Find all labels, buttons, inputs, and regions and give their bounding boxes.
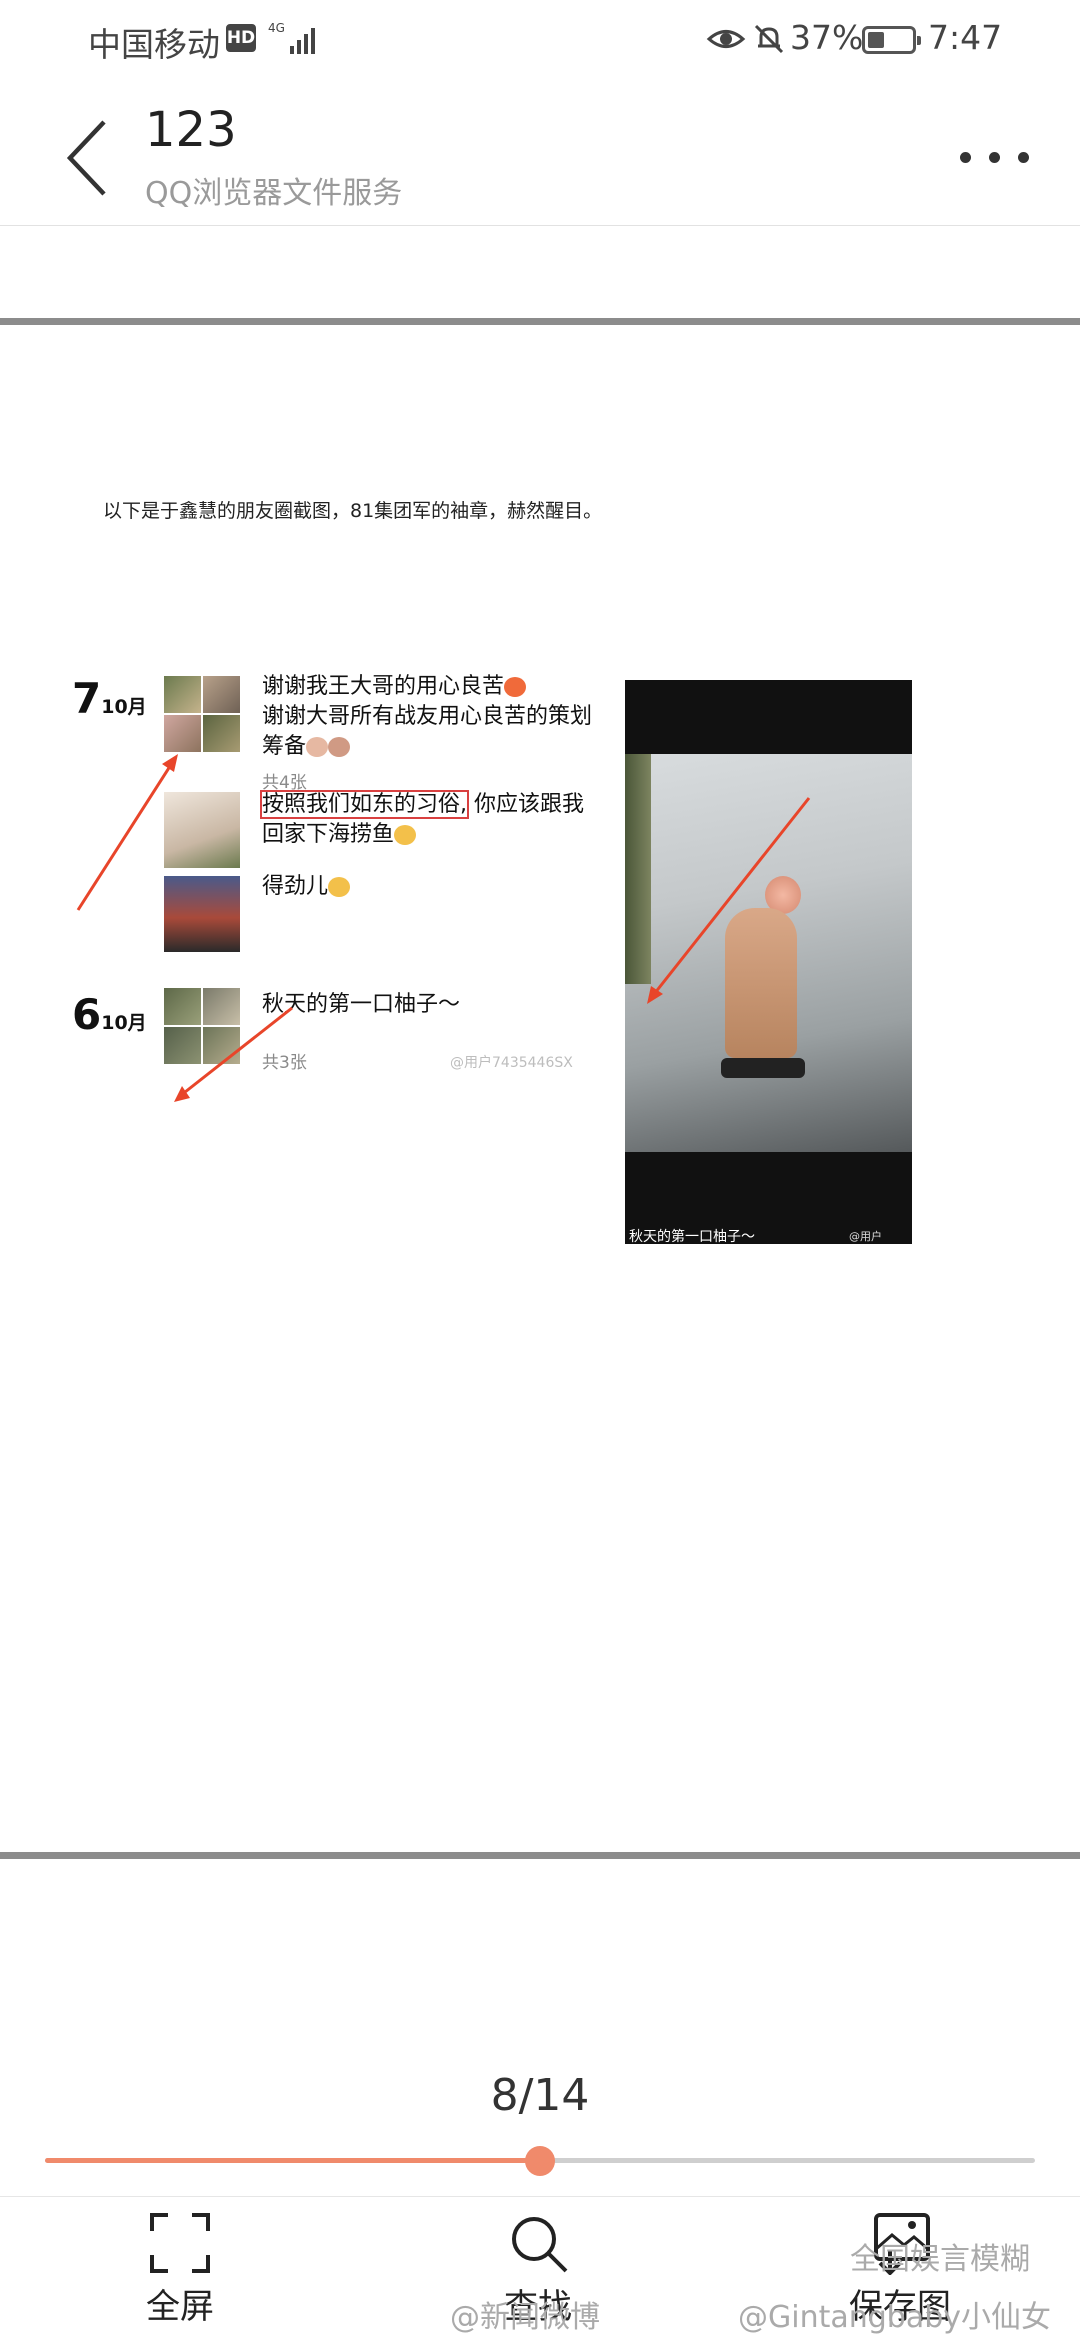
moments-screenshot: 710月 谢谢我王大哥的用心良苦 谢谢大哥所有战友用心良苦的策划 筹备 共4张 …	[70, 668, 616, 1208]
document-subtitle: QQ浏览器文件服务	[145, 176, 403, 211]
battery-percent: 37%	[790, 18, 864, 57]
battery-icon	[862, 26, 921, 54]
carrier-label: 中国移动	[88, 25, 220, 64]
page-caption: 以下是于鑫慧的朋友圈截图，81集团军的袖章，赫然醒目。	[103, 500, 603, 522]
fullscreen-button[interactable]: 全屏	[100, 2211, 260, 2337]
back-chevron-icon[interactable]	[58, 114, 118, 202]
fullscreen-label: 全屏	[146, 2287, 214, 2327]
hd-badge: HD	[226, 24, 256, 52]
red-arrows	[76, 754, 293, 1102]
bell-muted-icon	[754, 24, 784, 54]
red-arrow	[647, 797, 811, 1004]
page-indicator: 8/14	[490, 2070, 590, 2121]
eye-icon	[706, 30, 746, 48]
video-caption: 秋天的第一口柚子〜	[629, 1229, 755, 1244]
more-dots-icon[interactable]	[960, 142, 1030, 172]
video-screenshot: 秋天的第一口柚子〜 @用户74284	[625, 680, 912, 1244]
page-slider-fill	[45, 2158, 540, 2163]
page-divider	[0, 1852, 1080, 1859]
overlay-watermark: @新闻微博	[450, 2300, 600, 2335]
battery-fill	[868, 32, 884, 48]
video-watermark: @用户74284	[849, 1230, 882, 1243]
network-type: 4G	[268, 21, 285, 35]
signal-icon	[290, 24, 320, 54]
search-icon	[512, 2217, 568, 2273]
page-divider	[0, 318, 1080, 325]
page-slider-thumb[interactable]	[525, 2146, 555, 2176]
overlay-watermark: 全国娱言模糊	[850, 2242, 1030, 2277]
status-bar: 中国移动 HD 4G 37% 7:47	[0, 0, 1080, 82]
app-header: 123 QQ浏览器文件服务	[0, 82, 1080, 226]
clock: 7:47	[928, 18, 1003, 57]
fullscreen-icon	[150, 2213, 210, 2273]
overlay-watermark: @Gintangbaby小仙女	[738, 2300, 1052, 2335]
page-slider[interactable]	[45, 2146, 1035, 2176]
document-title: 123	[145, 102, 237, 158]
